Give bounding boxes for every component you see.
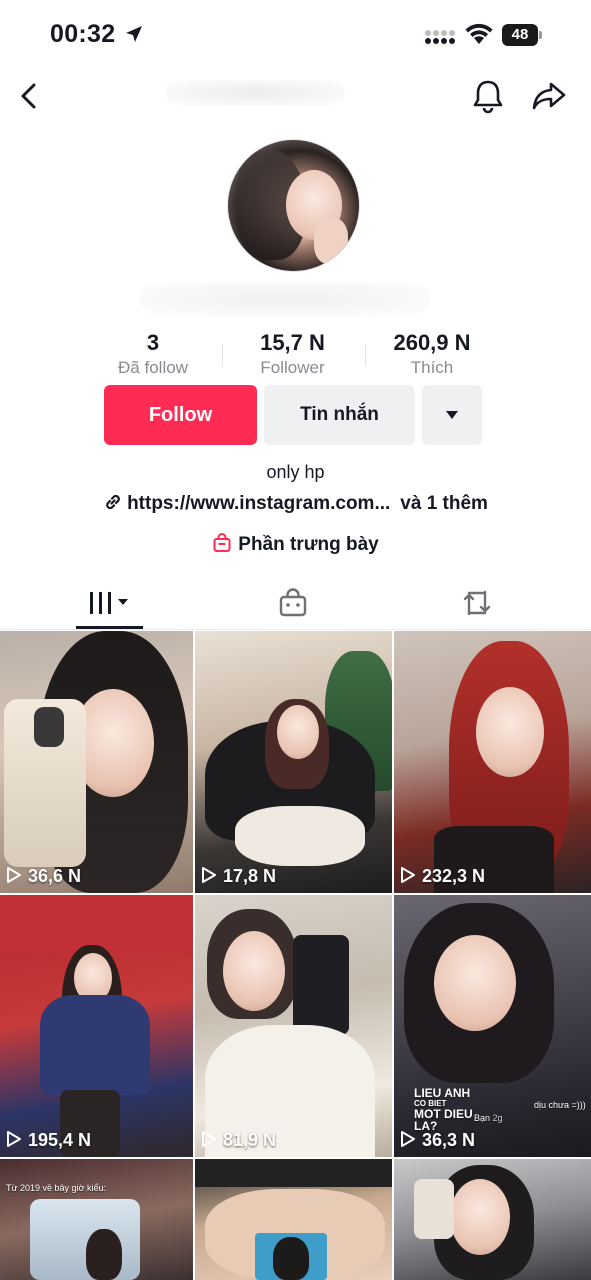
play-icon — [7, 867, 21, 883]
suggested-accounts-button[interactable] — [422, 385, 482, 445]
bio-text: only hp — [266, 462, 325, 482]
likes-label: Thích — [410, 358, 454, 377]
shopping-bag-icon — [213, 533, 231, 552]
followers-count: 15,7 N — [260, 330, 325, 355]
video-views: 36,6 N — [6, 866, 81, 887]
share-icon[interactable] — [530, 78, 568, 114]
video-overlay-comment: Bạn 2g — [474, 1113, 503, 1123]
play-icon — [202, 1131, 216, 1147]
likes-count: 260,9 N — [393, 330, 471, 355]
video-tile[interactable]: 17,8 N — [195, 631, 392, 893]
video-tile[interactable]: Từ 2019 về bây giờ kiểu: — [0, 1159, 193, 1280]
repost-icon — [463, 590, 491, 616]
video-tile[interactable] — [394, 1159, 591, 1280]
following-label: Đã follow — [118, 358, 188, 377]
stat-likes[interactable]: 260,9 N Thích — [372, 330, 492, 378]
play-icon — [401, 1131, 415, 1147]
avatar[interactable] — [227, 139, 360, 272]
video-tile[interactable]: 195,4 N — [0, 895, 193, 1157]
video-views: 232,3 N — [400, 866, 485, 887]
play-icon — [7, 1131, 21, 1147]
tab-reposts[interactable] — [416, 578, 536, 630]
videos-grid-icon — [90, 592, 128, 614]
following-count: 3 — [146, 330, 160, 355]
profile-tabs — [0, 578, 591, 630]
video-overlay-caption: dịu chưa =))) — [534, 1100, 586, 1110]
bio-link-more[interactable]: và 1 thêm — [400, 493, 488, 514]
followers-label: Follower — [260, 358, 325, 377]
active-tab-indicator — [76, 626, 143, 629]
video-views: 195,4 N — [6, 1130, 91, 1151]
username-blurred — [165, 80, 345, 106]
back-icon[interactable] — [14, 80, 46, 112]
profile-stats: 3 Đã follow 15,7 N Follower 260,9 N Thíc… — [0, 330, 591, 386]
bio-link-row[interactable]: https://www.instagram.com... và 1 thêm — [0, 492, 591, 515]
tab-videos[interactable] — [60, 578, 180, 630]
follow-button[interactable]: Follow — [104, 385, 257, 445]
showcase-row[interactable]: Phần trưng bày — [0, 533, 591, 556]
video-views: 81,9 N — [201, 1130, 276, 1151]
message-button[interactable]: Tin nhắn — [264, 385, 415, 445]
cellular-signal-icon — [425, 30, 455, 44]
tab-shop[interactable] — [233, 578, 353, 630]
video-tile[interactable]: 36,6 N — [0, 631, 193, 893]
video-views: 36,3 N — [400, 1130, 475, 1151]
wifi-icon — [465, 23, 493, 44]
stat-following[interactable]: 3 Đã follow — [103, 330, 203, 378]
bio-link[interactable]: https://www.instagram.com... — [127, 493, 390, 514]
video-overlay-caption: Từ 2019 về bây giờ kiểu: — [6, 1183, 106, 1193]
status-time: 00:32 — [50, 20, 116, 48]
video-tile[interactable]: 232,3 N — [394, 631, 591, 893]
stat-followers[interactable]: 15,7 N Follower — [240, 330, 345, 378]
status-bar: 00:32 48 — [0, 0, 591, 70]
battery-icon: 48 — [502, 24, 542, 46]
video-grid: 36,6 N 17,8 N 232,3 N 195,4 N 81,9 N dịu… — [0, 631, 591, 1280]
showcase-label: Phần trưng bày — [238, 534, 379, 555]
stat-divider — [222, 344, 223, 366]
location-arrow-icon — [126, 26, 142, 42]
video-views: 17,8 N — [201, 866, 276, 887]
video-tile[interactable]: dịu chưa =))) LIEU ANH CO BIET MOT DIEU … — [394, 895, 591, 1157]
caret-down-icon — [446, 411, 458, 419]
stat-divider — [365, 344, 366, 366]
video-overlay-text: LIEU ANH CO BIET MOT DIEU LA? — [414, 1086, 473, 1133]
display-name-blurred — [140, 282, 430, 316]
battery-level: 48 — [502, 24, 538, 46]
link-icon — [106, 494, 120, 510]
play-icon — [401, 867, 415, 883]
play-icon — [202, 867, 216, 883]
profile-header — [0, 72, 591, 122]
video-tile[interactable]: 81,9 N — [195, 895, 392, 1157]
shop-bag-icon — [279, 588, 307, 617]
bell-icon[interactable] — [471, 78, 505, 114]
video-tile[interactable] — [195, 1159, 392, 1280]
